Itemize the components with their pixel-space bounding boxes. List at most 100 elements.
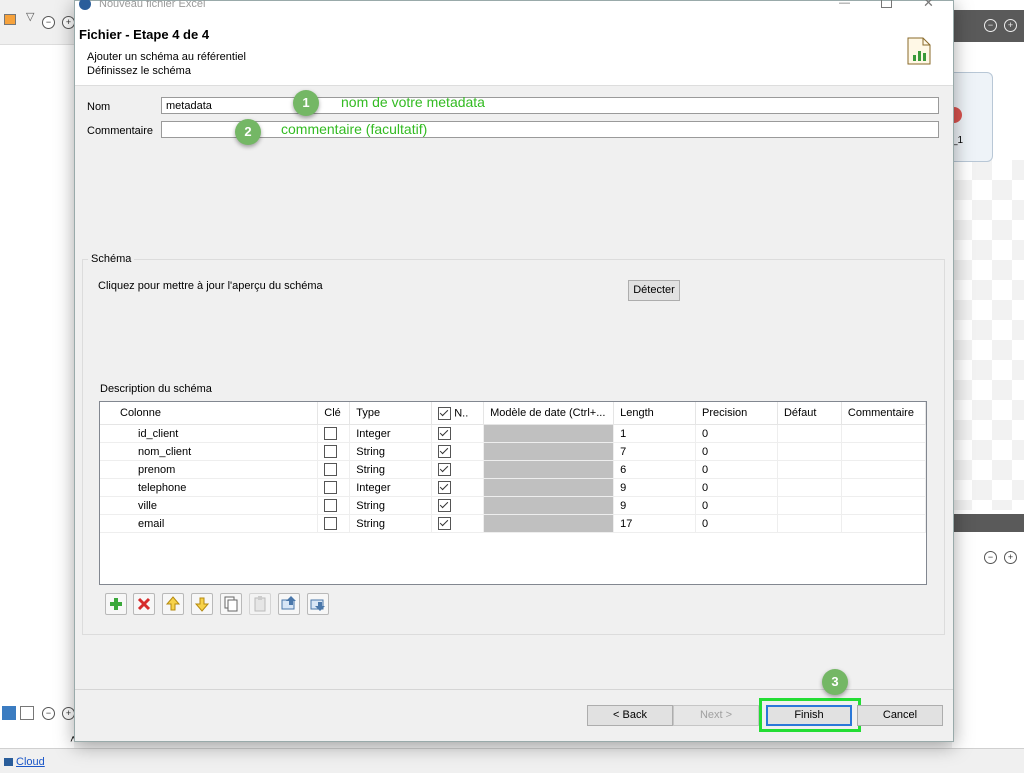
cell-nullable[interactable]	[431, 514, 485, 533]
cell-colonne[interactable]: telephone	[100, 478, 319, 497]
nullable-checkbox[interactable]	[438, 499, 452, 512]
minimize-right-icon[interactable]: −	[984, 19, 997, 32]
move-up-button[interactable]	[162, 593, 184, 615]
move-down-button[interactable]	[191, 593, 213, 615]
cell-type[interactable]: String	[349, 514, 433, 533]
table-row[interactable]: telephone Integer 9 0	[100, 478, 927, 497]
key-checkbox[interactable]	[324, 517, 338, 530]
cell-type[interactable]: String	[349, 496, 433, 515]
header-nullable[interactable]: N..	[431, 402, 485, 425]
cell-colonne[interactable]: nom_client	[100, 442, 319, 461]
cell-precision[interactable]: 0	[695, 496, 778, 515]
schema-table[interactable]: Colonne Clé Type N.. Modèle de date (Ctr…	[99, 401, 927, 585]
cell-defaut[interactable]	[777, 478, 842, 497]
header-type[interactable]: Type	[349, 402, 433, 425]
cell-commentaire[interactable]	[841, 478, 927, 497]
table-row[interactable]: id_client Integer 1 0	[100, 424, 927, 443]
nom-input[interactable]	[161, 97, 939, 114]
nullable-checkbox[interactable]	[438, 445, 452, 458]
header-cle[interactable]: Clé	[317, 402, 351, 425]
cell-cle[interactable]	[317, 442, 351, 461]
delete-row-button[interactable]	[133, 593, 155, 615]
key-checkbox[interactable]	[324, 445, 338, 458]
paste-button[interactable]	[249, 593, 271, 615]
key-checkbox[interactable]	[324, 499, 338, 512]
window-maximize-icon[interactable]	[881, 0, 892, 8]
cell-nullable[interactable]	[431, 478, 485, 497]
cell-nullable[interactable]	[431, 496, 485, 515]
cell-length[interactable]: 9	[613, 478, 697, 497]
cell-cle[interactable]	[317, 460, 351, 479]
table-row[interactable]: nom_client String 7 0	[100, 442, 927, 461]
cell-defaut[interactable]	[777, 496, 842, 515]
minimize-view-icon[interactable]: −	[42, 16, 55, 29]
cell-defaut[interactable]	[777, 460, 842, 479]
cell-commentaire[interactable]	[841, 424, 927, 443]
cell-colonne[interactable]: prenom	[100, 460, 319, 479]
add-row-button[interactable]	[105, 593, 127, 615]
cell-type[interactable]: String	[349, 460, 433, 479]
header-precision[interactable]: Precision	[695, 402, 778, 425]
cell-defaut[interactable]	[777, 514, 842, 533]
finish-button[interactable]: Finish	[766, 705, 852, 726]
cell-commentaire[interactable]	[841, 514, 927, 533]
header-length[interactable]: Length	[613, 402, 697, 425]
cell-cle[interactable]	[317, 496, 351, 515]
header-commentaire[interactable]: Commentaire	[841, 402, 927, 425]
cell-precision[interactable]: 0	[695, 478, 778, 497]
outline-icon[interactable]	[20, 706, 34, 720]
cell-nullable[interactable]	[431, 442, 485, 461]
cloud-link[interactable]: Cloud	[16, 756, 45, 768]
header-colonne[interactable]: Colonne	[100, 402, 319, 425]
cell-commentaire[interactable]	[841, 442, 927, 461]
cell-precision[interactable]: 0	[695, 460, 778, 479]
header-defaut[interactable]: Défaut	[777, 402, 842, 425]
cell-length[interactable]: 6	[613, 460, 697, 479]
cell-cle[interactable]	[317, 424, 351, 443]
cell-length[interactable]: 7	[613, 442, 697, 461]
cell-type[interactable]: String	[349, 442, 433, 461]
table-row[interactable]: email String 17 0	[100, 514, 927, 533]
nullable-checkbox[interactable]	[438, 481, 452, 494]
key-checkbox[interactable]	[324, 481, 338, 494]
nullable-checkbox[interactable]	[438, 517, 452, 530]
nullable-checkbox[interactable]	[438, 427, 452, 440]
cell-colonne[interactable]: ville	[100, 496, 319, 515]
cell-precision[interactable]: 0	[695, 442, 778, 461]
cell-type[interactable]: Integer	[349, 478, 433, 497]
back-button[interactable]: < Back	[587, 705, 673, 726]
maximize-right2-icon[interactable]: +	[1004, 551, 1017, 564]
cell-nullable[interactable]	[431, 460, 485, 479]
window-close-icon[interactable]: ✕	[923, 0, 934, 11]
table-row[interactable]: prenom String 6 0	[100, 460, 927, 479]
cell-cle[interactable]	[317, 478, 351, 497]
cell-colonne[interactable]: email	[100, 514, 319, 533]
background-node-card[interactable]: _1	[946, 72, 993, 162]
nullable-checkbox[interactable]	[438, 463, 452, 476]
cell-precision[interactable]: 0	[695, 514, 778, 533]
cell-defaut[interactable]	[777, 442, 842, 461]
view-menu-icon[interactable]: ▽	[26, 10, 34, 23]
cell-colonne[interactable]: id_client	[100, 424, 319, 443]
cell-length[interactable]: 17	[613, 514, 697, 533]
cell-commentaire[interactable]	[841, 496, 927, 515]
cancel-button[interactable]: Cancel	[857, 705, 943, 726]
cell-defaut[interactable]	[777, 424, 842, 443]
cell-cle[interactable]	[317, 514, 351, 533]
key-checkbox[interactable]	[324, 427, 338, 440]
view-icon[interactable]	[4, 14, 16, 25]
hierarchy-icon[interactable]	[2, 706, 16, 720]
commentaire-input[interactable]	[161, 121, 939, 138]
detect-button[interactable]: Détecter	[628, 280, 680, 301]
cell-nullable[interactable]	[431, 424, 485, 443]
next-button[interactable]: Next >	[673, 705, 759, 726]
header-nullable-checkbox[interactable]	[438, 406, 452, 420]
import-button[interactable]	[278, 593, 300, 615]
export-button[interactable]	[307, 593, 329, 615]
minimize-bottom-icon[interactable]: −	[42, 707, 55, 720]
maximize-right-icon[interactable]: +	[1004, 19, 1017, 32]
table-row[interactable]: ville String 9 0	[100, 496, 927, 515]
cell-precision[interactable]: 0	[695, 424, 778, 443]
copy-button[interactable]	[220, 593, 242, 615]
cell-length[interactable]: 1	[613, 424, 697, 443]
